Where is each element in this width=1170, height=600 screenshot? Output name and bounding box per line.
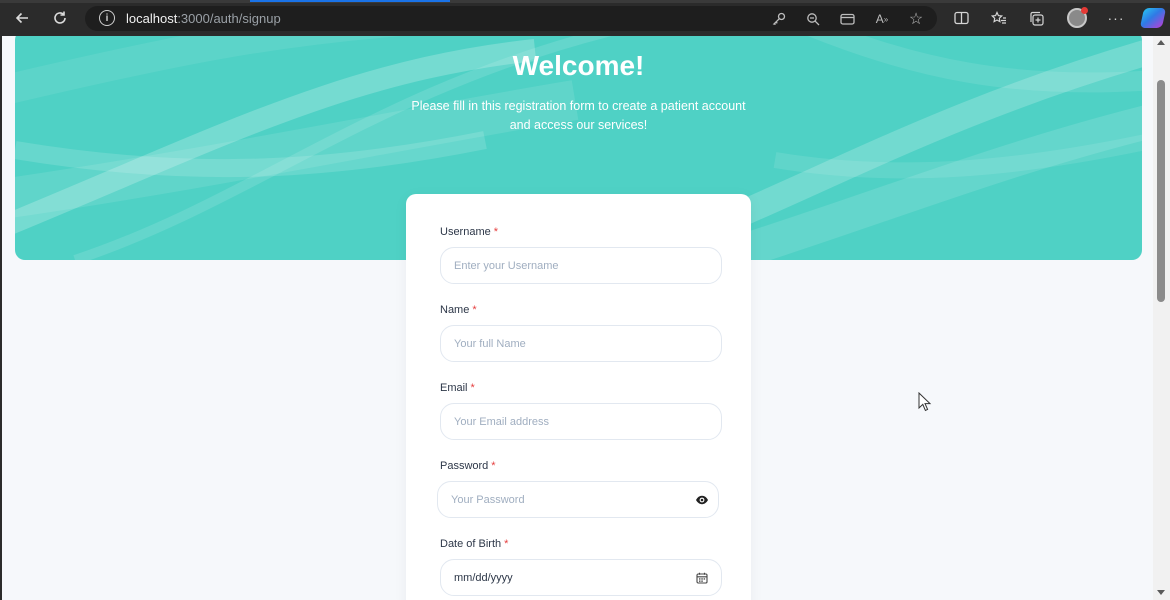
scroll-thumb[interactable]: [1157, 80, 1165, 302]
wallet-icon[interactable]: [837, 9, 857, 29]
scroll-down-arrow-icon[interactable]: [1157, 590, 1165, 595]
split-screen-icon[interactable]: [950, 7, 972, 29]
page-scrollbar[interactable]: [1153, 36, 1170, 600]
email-label: Email *: [440, 382, 475, 394]
window-left-border: [0, 36, 2, 600]
required-marker: *: [491, 460, 496, 472]
required-marker: *: [493, 226, 499, 238]
email-input[interactable]: Your Email address: [440, 403, 722, 440]
key-icon[interactable]: [769, 9, 789, 29]
address-bar[interactable]: i localhost:3000/auth/signup A» ☆: [85, 6, 937, 31]
browser-toolbar: i localhost:3000/auth/signup A» ☆ ···: [0, 0, 1170, 36]
read-aloud-icon[interactable]: A»: [872, 9, 892, 29]
password-label-text: Password: [440, 460, 489, 472]
scroll-up-arrow-icon[interactable]: [1157, 40, 1165, 45]
required-marker: *: [470, 382, 475, 394]
url-host: localhost: [126, 11, 178, 26]
dob-label-text: Date of Birth: [440, 538, 502, 550]
dob-label: Date of Birth *: [440, 538, 508, 550]
eye-icon[interactable]: [695, 493, 709, 507]
required-marker: *: [504, 538, 509, 550]
calendar-icon[interactable]: [696, 572, 708, 584]
page-viewport: Welcome! Please fill in this registratio…: [0, 36, 1170, 600]
page-title: Welcome!: [512, 50, 645, 81]
dob-placeholder: mm/dd/yyyy: [454, 572, 513, 584]
name-label: Name *: [440, 304, 477, 316]
refresh-icon[interactable]: [46, 6, 74, 30]
email-placeholder: Your Email address: [454, 416, 549, 428]
username-label: Username *: [440, 226, 498, 238]
password-input[interactable]: Your Password: [437, 481, 719, 518]
profile-avatar[interactable]: [1067, 7, 1088, 28]
page-subtitle: Please fill in this registration form to…: [411, 99, 746, 132]
password-placeholder: Your Password: [451, 494, 525, 506]
more-icon[interactable]: ···: [1105, 7, 1127, 29]
zoom-out-icon[interactable]: [803, 9, 823, 29]
dob-input[interactable]: mm/dd/yyyy: [440, 559, 722, 596]
mouse-cursor-icon: [918, 392, 932, 412]
username-input[interactable]: Enter your Username: [440, 247, 722, 284]
notification-dot: [1081, 7, 1088, 14]
required-marker: *: [472, 304, 477, 316]
name-label-text: Name: [440, 304, 470, 316]
tab-strip-edge: [0, 0, 1170, 3]
url-text[interactable]: localhost:3000/auth/signup: [126, 11, 281, 26]
back-arrow-icon[interactable]: [8, 6, 36, 30]
username-placeholder: Enter your Username: [454, 260, 559, 272]
name-input[interactable]: Your full Name: [440, 325, 722, 362]
favorites-icon[interactable]: [988, 7, 1010, 29]
username-label-text: Username: [440, 226, 491, 238]
active-tab-indicator: [250, 0, 450, 2]
star-icon[interactable]: ☆: [906, 9, 926, 29]
signup-form-card: Username * Enter your Username Name * Your…: [406, 194, 751, 600]
url-path: :3000/auth/signup: [177, 11, 281, 26]
email-label-text: Email: [440, 382, 468, 394]
info-icon[interactable]: i: [99, 10, 115, 26]
name-placeholder: Your full Name: [454, 338, 526, 350]
password-label: Password *: [440, 460, 496, 472]
collections-icon[interactable]: [1026, 7, 1048, 29]
copilot-icon[interactable]: [1139, 8, 1167, 28]
